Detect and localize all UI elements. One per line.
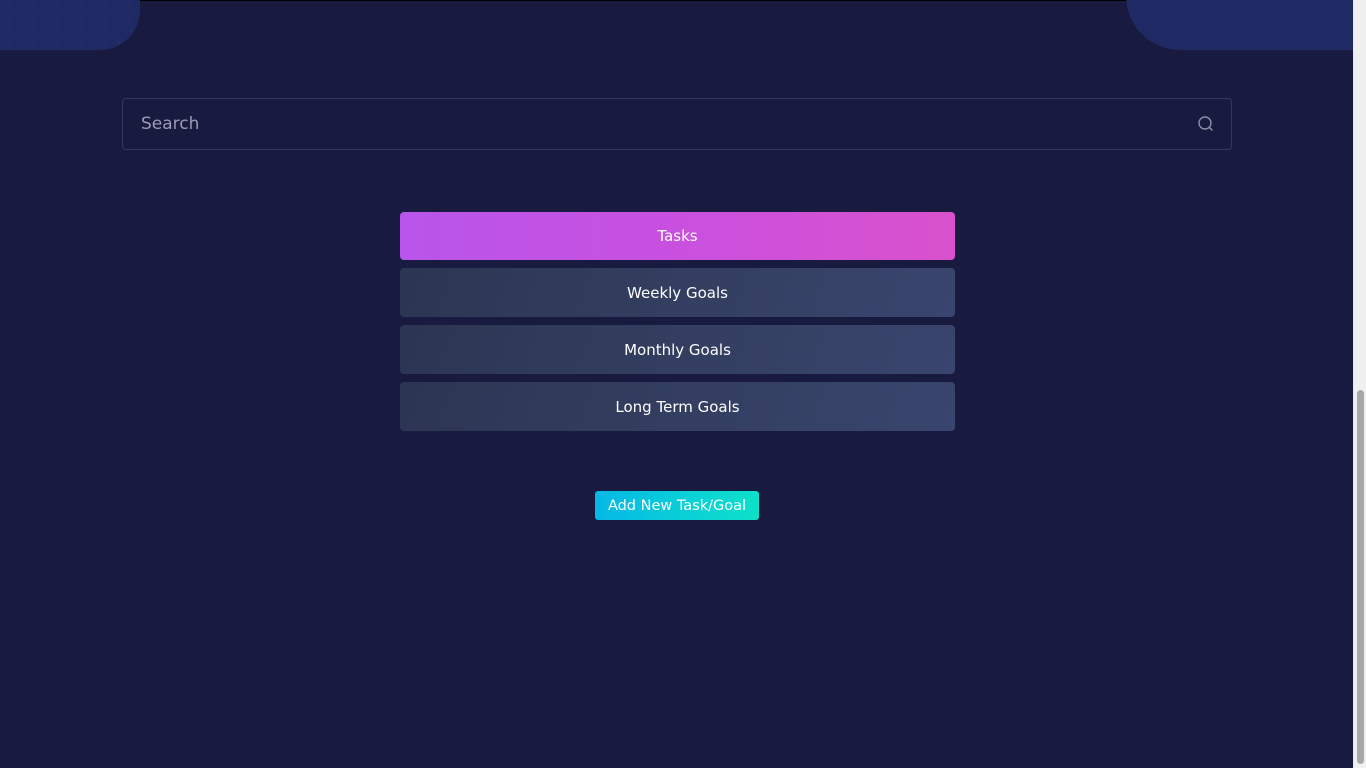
decorative-shape-right bbox=[1126, 0, 1366, 50]
tab-monthly-goals-label: Monthly Goals bbox=[624, 340, 731, 359]
tab-long-term-goals[interactable]: Long Term Goals bbox=[400, 382, 955, 431]
scrollbar-thumb[interactable] bbox=[1357, 390, 1364, 764]
tab-tasks-label: Tasks bbox=[657, 227, 698, 245]
decorative-shape-left bbox=[0, 0, 140, 50]
vertical-scrollbar[interactable] bbox=[1353, 0, 1366, 768]
add-new-task-goal-label: Add New Task/Goal bbox=[607, 497, 747, 514]
search-bar bbox=[122, 98, 1232, 150]
tab-weekly-goals[interactable]: Weekly Goals bbox=[400, 268, 955, 317]
add-new-task-goal-button[interactable]: Add New Task/Goal bbox=[595, 491, 759, 520]
search-input[interactable] bbox=[123, 99, 1231, 149]
search-icon[interactable] bbox=[1195, 114, 1215, 134]
tab-weekly-goals-label: Weekly Goals bbox=[627, 283, 728, 302]
tab-monthly-goals[interactable]: Monthly Goals bbox=[400, 325, 955, 374]
tab-long-term-goals-label: Long Term Goals bbox=[615, 397, 740, 416]
app-page: Tasks Weekly Goals Monthly Goals Long Te… bbox=[0, 0, 1366, 768]
tab-tasks[interactable]: Tasks bbox=[400, 212, 955, 260]
